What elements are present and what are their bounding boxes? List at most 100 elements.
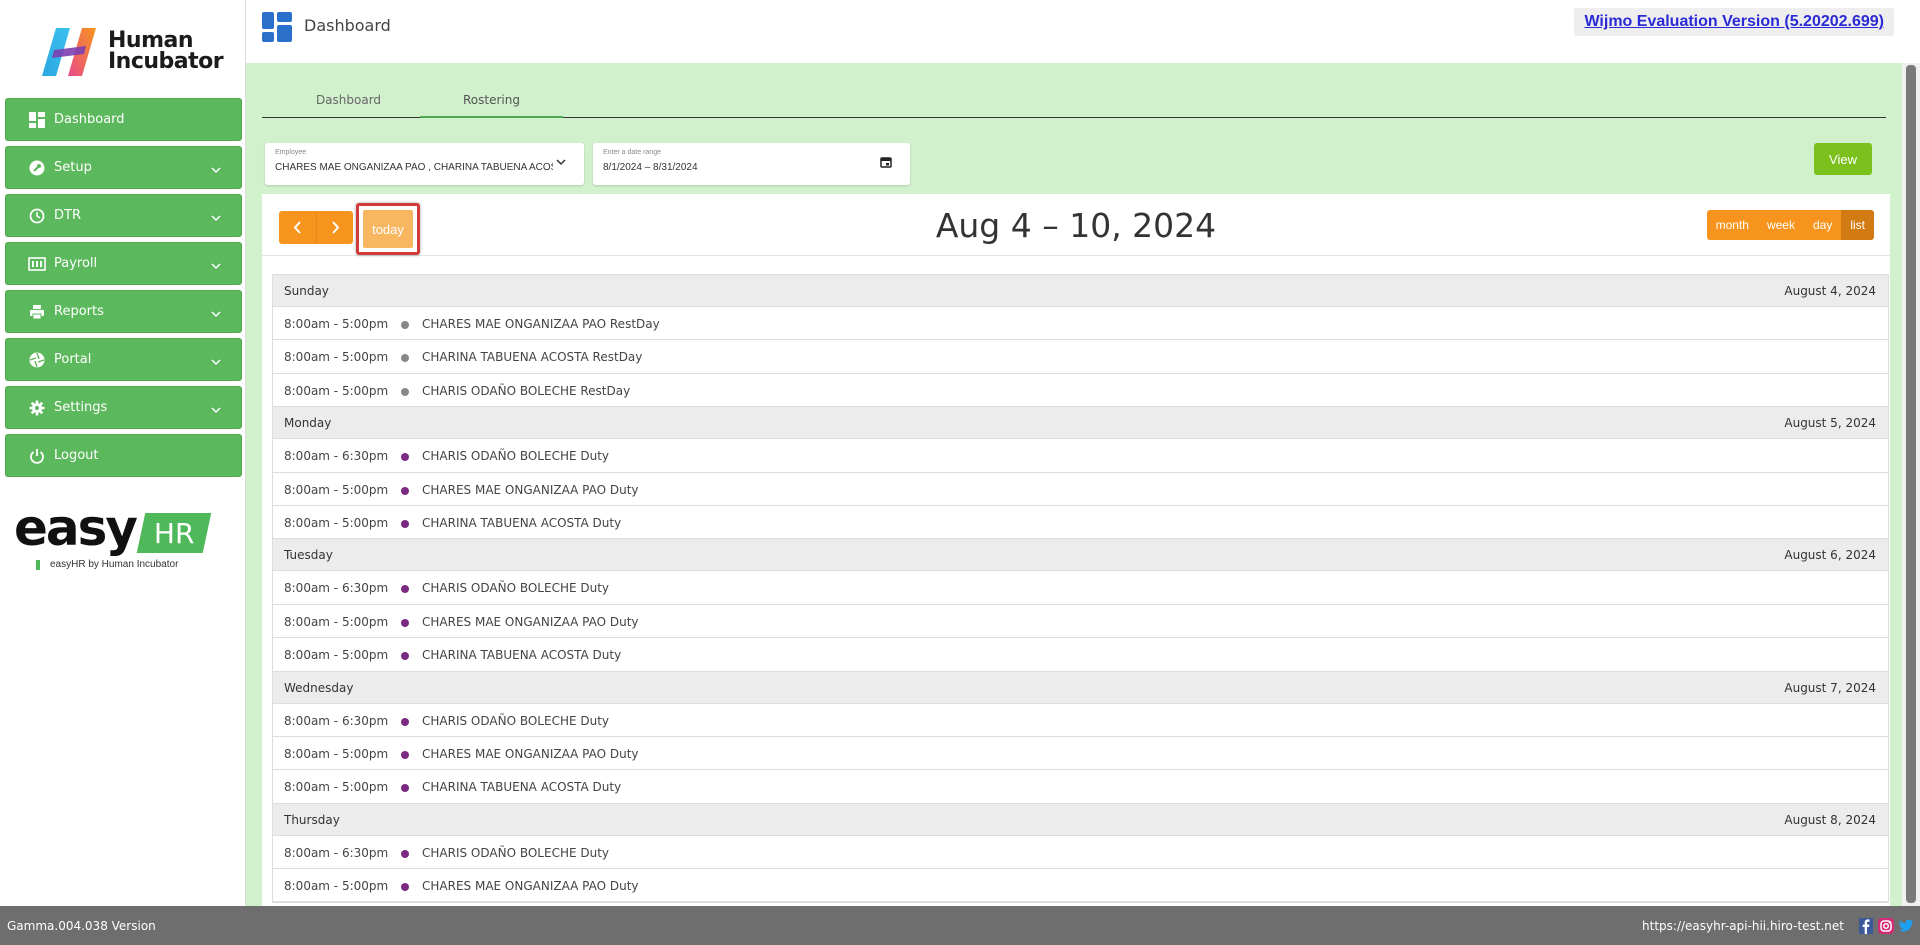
event-row[interactable]: 8:00am - 6:30pm CHARIS ODAÑO BOLECHE Duty [273, 571, 1888, 605]
sidebar-item-portal[interactable]: Portal [5, 338, 242, 381]
clock-icon [28, 207, 46, 225]
event-row[interactable]: 8:00am - 5:00pm CHARES MAE ONGANIZAA PAO … [273, 472, 1888, 506]
event-title[interactable]: CHARIS ODAÑO BOLECHE Duty [422, 581, 609, 595]
view-month-button[interactable]: month [1706, 210, 1758, 240]
event-row[interactable]: 8:00am - 5:00pm CHARINA TABUENA ACOSTA Du… [273, 638, 1888, 672]
day-date[interactable]: August 8, 2024 [1784, 813, 1876, 827]
sidebar-item-label: Logout [54, 448, 99, 463]
event-time: 8:00am - 6:30pm [284, 845, 389, 860]
event-title[interactable]: CHARIS ODAÑO BOLECHE Duty [422, 449, 609, 463]
event-time: 8:00am - 5:00pm [284, 317, 389, 331]
view-button[interactable]: View [1814, 143, 1872, 175]
calendar-icon[interactable] [880, 156, 892, 168]
chevron-down-icon [211, 257, 221, 273]
view-day-button[interactable]: day [1803, 210, 1842, 240]
facebook-icon[interactable] [1858, 918, 1874, 934]
logo-line-2: Incubator [108, 49, 224, 74]
scrollbar-thumb[interactable] [1906, 65, 1916, 903]
event-row[interactable]: 8:00am - 5:00pm CHARINA TABUENA ACOSTA Du… [273, 505, 1888, 540]
chevron-down-icon[interactable] [556, 159, 566, 167]
event-row[interactable]: 8:00am - 5:00pm CHARINA TABUENA ACOSTA Re… [273, 340, 1888, 374]
day-header-wednesday: Wednesday August 7, 2024 [273, 671, 1888, 704]
event-row[interactable]: 8:00am - 5:00pm CHARIS ODAÑO BOLECHE Rest… [273, 373, 1888, 408]
date-range-value: 8/1/2024 – 8/31/2024 [603, 162, 698, 173]
calendar-title: Aug 4 – 10, 2024 [935, 206, 1217, 245]
instagram-icon[interactable] [1878, 918, 1894, 934]
human-incubator-logo[interactable]: Human Incubator [34, 24, 224, 80]
event-time: 8:00am - 5:00pm [284, 614, 389, 629]
sidebar-item-label: Dashboard [54, 112, 125, 127]
chevron-down-icon [211, 401, 221, 417]
event-row[interactable]: 8:00am - 6:30pm CHARIS ODAÑO BOLECHE Duty [273, 835, 1888, 870]
sidebar-item-logout[interactable]: Logout [5, 434, 242, 477]
event-title[interactable]: CHARES MAE ONGANIZAA PAO Duty [422, 879, 639, 893]
gear-icon [28, 399, 46, 417]
byline-bar [36, 559, 40, 570]
day-date[interactable]: August 4, 2024 [1784, 284, 1876, 298]
page-title: Dashboard [304, 16, 391, 35]
event-dot-icon [401, 849, 409, 858]
event-title[interactable]: CHARES MAE ONGANIZAA PAO Duty [422, 615, 639, 629]
event-dot-icon [401, 618, 409, 627]
event-row[interactable]: 8:00am - 6:30pm CHARIS ODAÑO BOLECHE Duty [273, 703, 1888, 737]
day-date[interactable]: August 5, 2024 [1784, 416, 1876, 430]
tab-dashboard[interactable]: Dashboard [277, 93, 420, 118]
printer-icon [28, 303, 46, 321]
dashboard-icon [262, 12, 292, 42]
view-week-button[interactable]: week [1757, 210, 1804, 240]
employee-select[interactable]: Employee CHARES MAE ONGANIZAA PAO , CHAR… [265, 143, 584, 185]
event-time: 8:00am - 5:00pm [284, 648, 389, 663]
event-dot-icon [401, 486, 409, 495]
event-list: Sunday August 4, 2024 8:00am - 5:00pm CHARE… [272, 274, 1889, 904]
wrench-icon [28, 159, 46, 177]
event-time: 8:00am - 6:30pm [284, 713, 389, 728]
sidebar-item-dashboard[interactable]: Dashboard [5, 98, 242, 141]
sidebar-item-reports[interactable]: Reports [5, 290, 242, 333]
sidebar-item-payroll[interactable]: Payroll [5, 242, 242, 285]
twitter-icon[interactable] [1898, 918, 1914, 934]
event-title[interactable]: CHARINA TABUENA ACOSTA Duty [422, 648, 621, 662]
event-time: 8:00am - 5:00pm [284, 515, 389, 530]
aperture-icon [28, 351, 46, 369]
view-list-button[interactable]: list [1841, 210, 1874, 240]
employee-value: CHARES MAE ONGANIZAA PAO , CHARINA TABUE… [275, 162, 553, 173]
event-row[interactable]: 8:00am - 5:00pm CHARINA TABUENA ACOSTA Du… [273, 770, 1888, 804]
event-title[interactable]: CHARINA TABUENA ACOSTA Duty [422, 516, 621, 530]
page-scrollbar[interactable] [1902, 63, 1920, 906]
event-row[interactable]: 8:00am - 6:30pm CHARIS ODAÑO BOLECHE Duty [273, 439, 1888, 473]
event-title[interactable]: CHARIS ODAÑO BOLECHE Duty [422, 714, 609, 728]
event-title[interactable]: CHARES MAE ONGANIZAA PAO Duty [422, 747, 639, 761]
sidebar-item-settings[interactable]: Settings [5, 386, 242, 429]
event-time: 8:00am - 5:00pm [284, 746, 389, 761]
date-range-field[interactable]: Enter a date range 8/1/2024 – 8/31/2024 [593, 143, 910, 185]
event-row[interactable]: 8:00am - 5:00pm CHARES MAE ONGANIZAA PAO … [273, 869, 1888, 903]
event-title[interactable]: CHARINA TABUENA ACOSTA Duty [422, 780, 621, 794]
chevron-down-icon [211, 353, 221, 369]
event-row[interactable]: 8:00am - 5:00pm CHARES MAE ONGANIZAA PAO … [273, 307, 1888, 341]
day-name: Wednesday [284, 680, 354, 695]
date-range-label: Enter a date range [603, 149, 661, 156]
event-title[interactable]: CHARINA TABUENA ACOSTA RestDay [422, 350, 642, 364]
event-title[interactable]: CHARIS ODAÑO BOLECHE RestDay [422, 384, 630, 398]
tab-rostering[interactable]: Rostering [420, 93, 563, 118]
event-row[interactable]: 8:00am - 5:00pm CHARES MAE ONGANIZAA PAO … [273, 736, 1888, 771]
event-title[interactable]: CHARES MAE ONGANIZAA PAO RestDay [422, 317, 660, 331]
wijmo-evaluation-link[interactable]: Wijmo Evaluation Version (5.20202.699) [1574, 8, 1894, 36]
sidebar-item-setup[interactable]: Setup [5, 146, 242, 189]
event-time: 8:00am - 5:00pm [284, 350, 389, 365]
easyhr-logo: easy HR easyHR by Human Incubator [14, 503, 224, 575]
event-dot-icon [401, 321, 409, 329]
day-name: Thursday [284, 812, 340, 827]
day-date[interactable]: August 6, 2024 [1784, 548, 1876, 562]
event-title[interactable]: CHARES MAE ONGANIZAA PAO Duty [422, 483, 639, 497]
logo-text: Human Incubator [108, 30, 224, 74]
chevron-down-icon [211, 305, 221, 321]
sidebar-item-dtr[interactable]: DTR [5, 194, 242, 237]
event-dot-icon [401, 784, 409, 793]
day-date[interactable]: August 7, 2024 [1784, 681, 1876, 695]
event-row[interactable]: 8:00am - 5:00pm CHARES MAE ONGANIZAA PAO … [273, 604, 1888, 639]
footer-url[interactable]: https://easyhr-api-hii.hiro-test.net [1642, 919, 1844, 933]
event-title[interactable]: CHARIS ODAÑO BOLECHE Duty [422, 846, 609, 860]
event-time: 8:00am - 5:00pm [284, 879, 389, 894]
chevron-down-icon [211, 209, 221, 225]
